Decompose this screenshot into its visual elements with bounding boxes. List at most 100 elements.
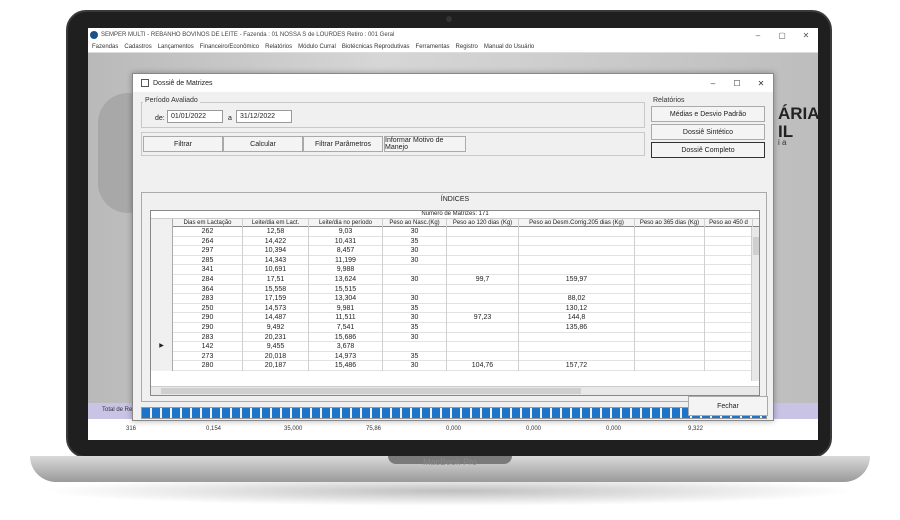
informar-motivo-button[interactable]: Informar Motivo de Manejo: [384, 136, 466, 152]
filtrar-parametros-button[interactable]: Filtrar Parâmetros: [303, 136, 383, 152]
table-cell[interactable]: [447, 322, 519, 333]
menu-manual[interactable]: Manual do Usuário: [484, 44, 534, 50]
row-indicator[interactable]: [151, 313, 173, 323]
table-cell[interactable]: [635, 294, 705, 304]
table-cell[interactable]: 273: [173, 351, 243, 362]
table-cell[interactable]: 97,23: [447, 313, 519, 323]
table-cell[interactable]: 99,7: [447, 274, 519, 285]
table-cell[interactable]: [635, 361, 705, 371]
table-cell[interactable]: [635, 332, 705, 343]
table-cell[interactable]: 35: [383, 303, 447, 314]
menu-relatorios[interactable]: Relatórios: [265, 44, 292, 50]
table-cell[interactable]: 264: [173, 236, 243, 247]
filtrar-button[interactable]: Filtrar: [143, 136, 223, 152]
menu-biotecnicas[interactable]: Biotécnicas Reprodutivas: [342, 44, 410, 50]
table-cell[interactable]: [383, 265, 447, 275]
table-cell[interactable]: 12,58: [243, 227, 309, 237]
table-cell[interactable]: 15,486: [309, 361, 383, 371]
menu-ferramentas[interactable]: Ferramentas: [416, 44, 450, 50]
table-cell[interactable]: [705, 294, 753, 304]
table-cell[interactable]: [383, 284, 447, 295]
table-cell[interactable]: 88,02: [519, 294, 635, 304]
close-icon[interactable]: ✕: [794, 31, 818, 40]
table-row[interactable]: 290 9,492 7,541 35 135,86: [151, 322, 759, 333]
table-cell[interactable]: [705, 265, 753, 275]
table-cell[interactable]: [635, 236, 705, 247]
table-cell[interactable]: [447, 236, 519, 247]
table-cell[interactable]: 8,457: [309, 246, 383, 256]
table-cell[interactable]: 14,422: [243, 236, 309, 247]
table-cell[interactable]: [635, 303, 705, 314]
table-cell[interactable]: 280: [173, 361, 243, 371]
row-indicator[interactable]: [151, 265, 173, 275]
table-cell[interactable]: 9,981: [309, 303, 383, 314]
table-cell[interactable]: 364: [173, 284, 243, 295]
table-row[interactable]: 264 14,422 10,431 35: [151, 236, 759, 247]
table-cell[interactable]: 290: [173, 313, 243, 323]
minimize-icon[interactable]: –: [746, 31, 770, 40]
table-row[interactable]: 364 15,558 15,515: [151, 284, 759, 295]
table-cell[interactable]: [635, 351, 705, 362]
fechar-button[interactable]: Fechar: [688, 396, 768, 416]
table-row[interactable]: 341 10,691 9,988: [151, 265, 759, 275]
table-cell[interactable]: 250: [173, 303, 243, 314]
table-cell[interactable]: 30: [383, 361, 447, 371]
table-cell[interactable]: [447, 342, 519, 352]
table-cell[interactable]: [635, 322, 705, 333]
table-cell[interactable]: 297: [173, 246, 243, 256]
horizontal-scroll-thumb[interactable]: [161, 388, 581, 394]
dossie-sintetico-button[interactable]: Dossiê Sintético: [651, 124, 765, 140]
date-from-input[interactable]: 01/01/2022: [167, 110, 223, 123]
table-cell[interactable]: 14,487: [243, 313, 309, 323]
table-cell[interactable]: [635, 342, 705, 352]
table-cell[interactable]: 284: [173, 274, 243, 285]
table-cell[interactable]: [447, 265, 519, 275]
medias-desvio-button[interactable]: Médias e Desvio Padrão: [651, 106, 765, 122]
dossie-completo-button[interactable]: Dossiê Completo: [651, 142, 765, 158]
row-indicator[interactable]: [151, 361, 173, 371]
table-row[interactable]: 285 14,343 11,199 30: [151, 255, 759, 266]
table-row[interactable]: 297 10,394 8,457 30: [151, 246, 759, 256]
table-cell[interactable]: [447, 294, 519, 304]
table-cell[interactable]: [705, 255, 753, 266]
calcular-button[interactable]: Calcular: [223, 136, 303, 152]
table-cell[interactable]: 283: [173, 294, 243, 304]
table-cell[interactable]: [705, 246, 753, 256]
row-indicator[interactable]: ▶: [151, 342, 173, 352]
table-row[interactable]: 283 20,231 15,686 30: [151, 332, 759, 343]
table-cell[interactable]: 35: [383, 351, 447, 362]
table-cell[interactable]: 290: [173, 322, 243, 333]
table-cell[interactable]: 157,72: [519, 361, 635, 371]
table-row[interactable]: 284 17,51 13,624 30 99,7 159,97: [151, 274, 759, 285]
table-cell[interactable]: 10,431: [309, 236, 383, 247]
menu-cadastros[interactable]: Cadastros: [124, 44, 151, 50]
table-cell[interactable]: 159,97: [519, 274, 635, 285]
table-row[interactable]: 250 14,573 9,981 35 130,12: [151, 303, 759, 314]
table-cell[interactable]: [705, 227, 753, 237]
table-cell[interactable]: 9,988: [309, 265, 383, 275]
row-indicator[interactable]: [151, 332, 173, 343]
table-cell[interactable]: 30: [383, 227, 447, 237]
table-row[interactable]: 273 20,018 14,973 35: [151, 351, 759, 362]
table-cell[interactable]: [519, 284, 635, 295]
table-cell[interactable]: 30: [383, 332, 447, 343]
table-cell[interactable]: 35: [383, 322, 447, 333]
table-row[interactable]: ▶ 142 9,455 3,678: [151, 342, 759, 352]
table-cell[interactable]: 130,12: [519, 303, 635, 314]
table-cell[interactable]: [519, 265, 635, 275]
table-cell[interactable]: 135,86: [519, 322, 635, 333]
table-cell[interactable]: 142: [173, 342, 243, 352]
row-indicator[interactable]: [151, 274, 173, 285]
table-cell[interactable]: 30: [383, 255, 447, 266]
table-cell[interactable]: [635, 227, 705, 237]
close-icon[interactable]: ✕: [749, 79, 773, 88]
table-cell[interactable]: 144,8: [519, 313, 635, 323]
table-cell[interactable]: 341: [173, 265, 243, 275]
row-indicator[interactable]: [151, 303, 173, 314]
vertical-scrollbar[interactable]: [751, 227, 759, 381]
table-cell[interactable]: 11,511: [309, 313, 383, 323]
table-cell[interactable]: 20,231: [243, 332, 309, 343]
table-cell[interactable]: [447, 351, 519, 362]
table-cell[interactable]: 11,199: [309, 255, 383, 266]
column-header[interactable]: Leite/dia no período: [309, 219, 383, 227]
